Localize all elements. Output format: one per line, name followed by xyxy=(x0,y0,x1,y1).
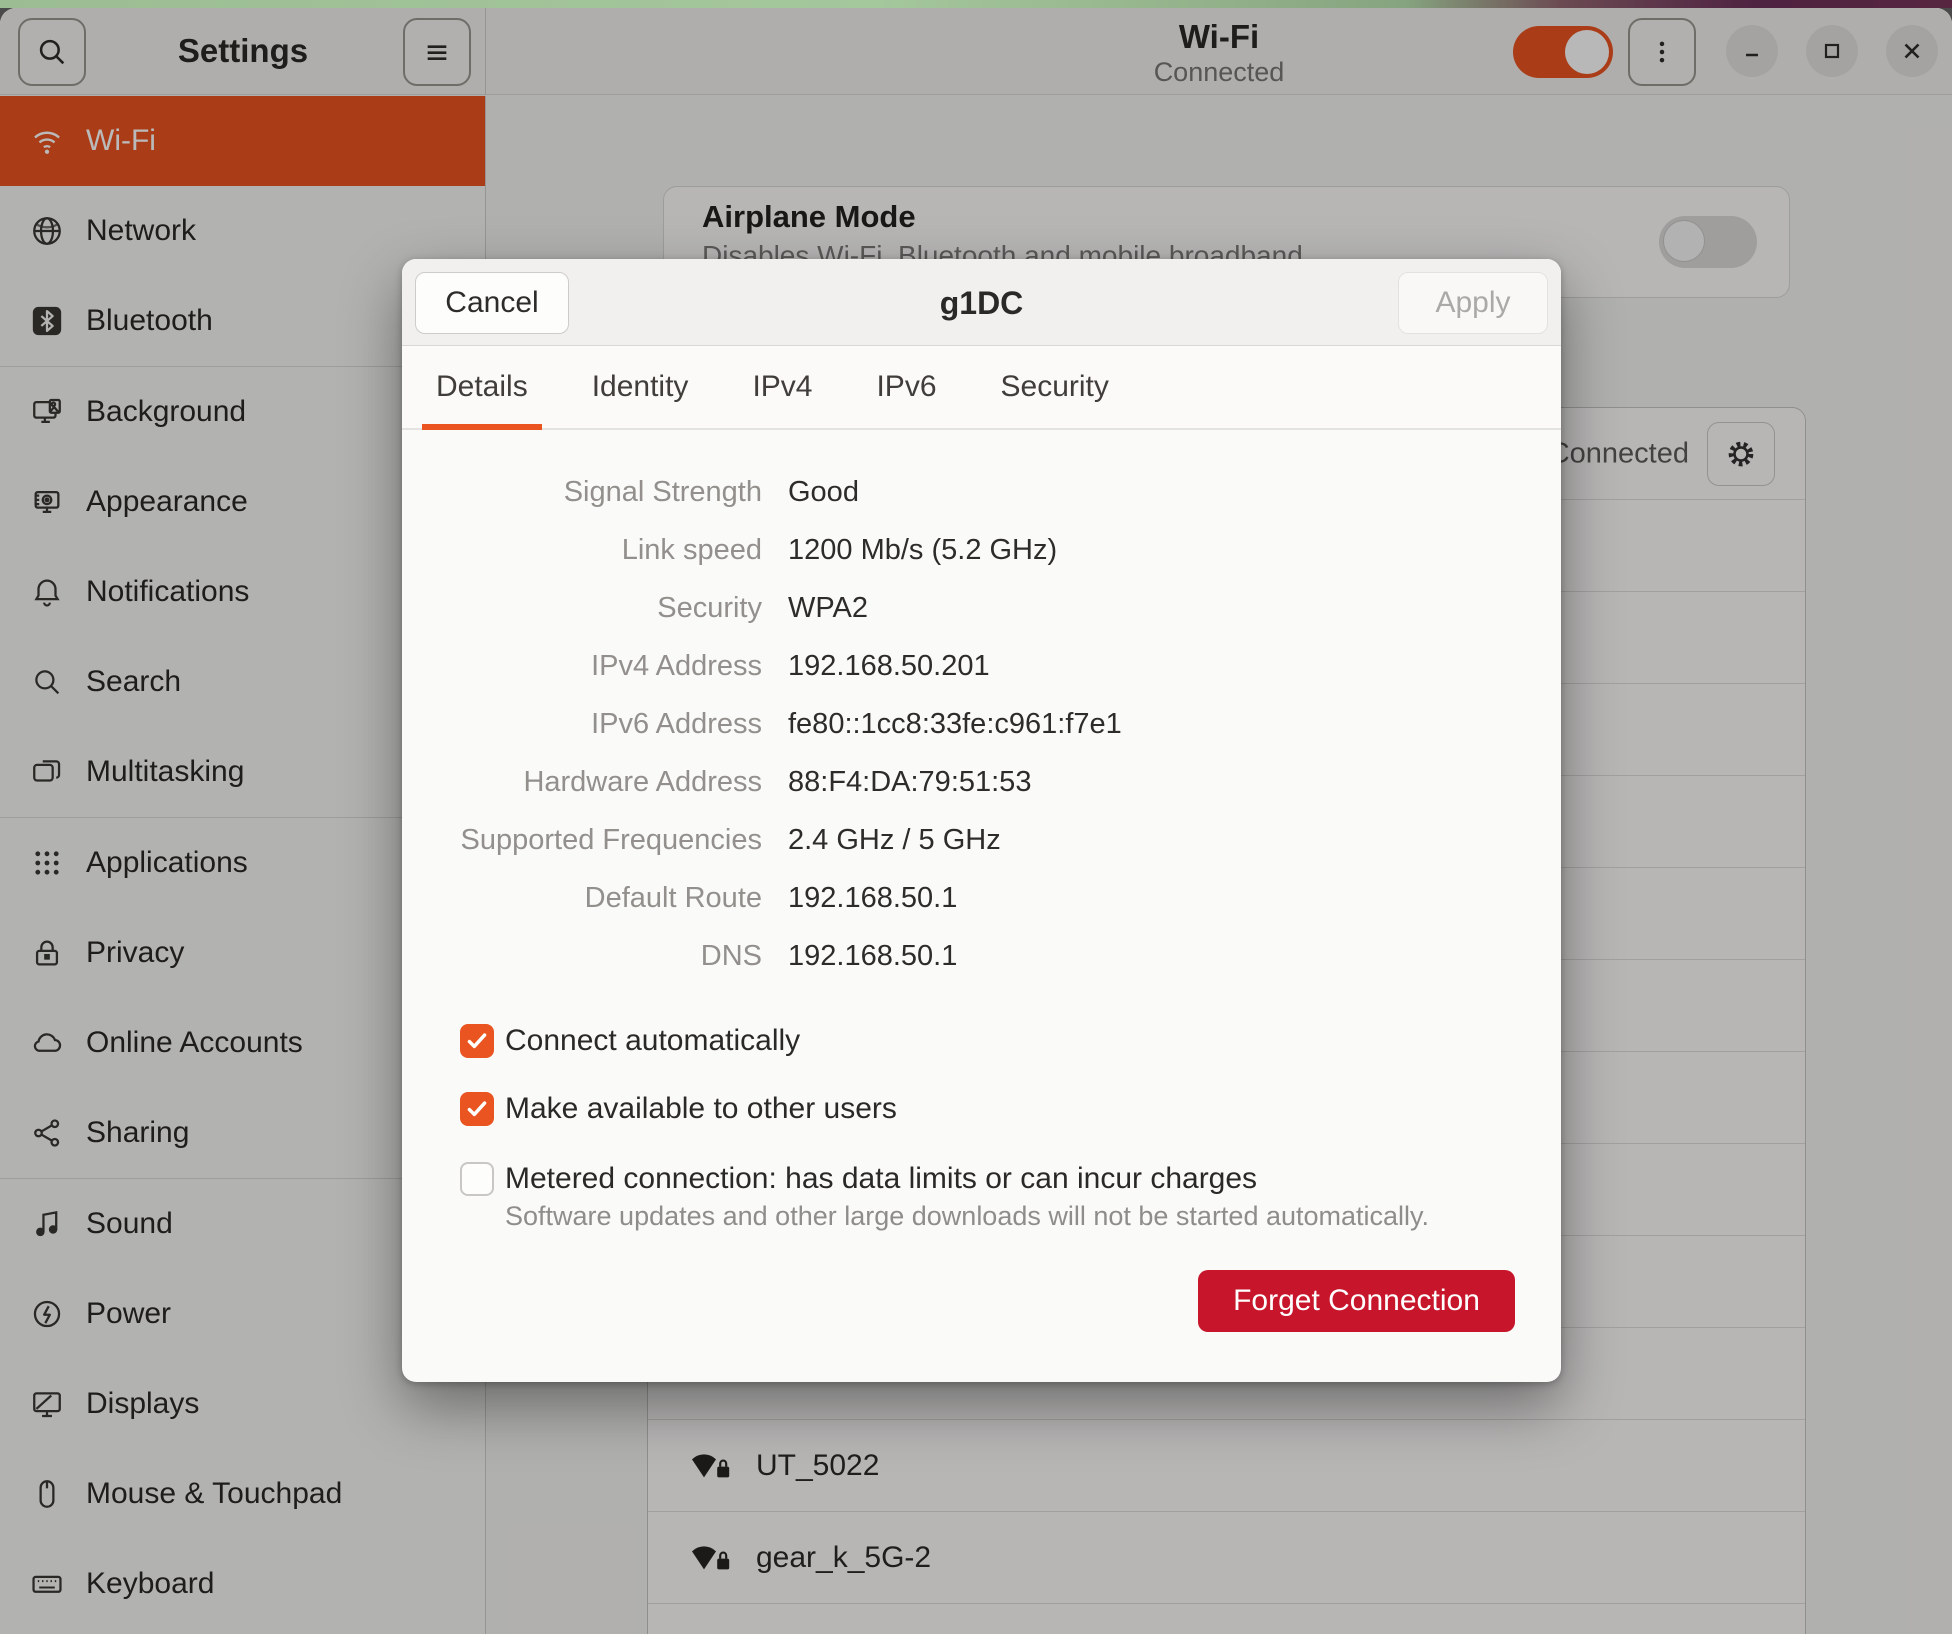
detail-value: 1200 Mb/s (5.2 GHz) xyxy=(788,534,1057,567)
checkbox-subtitle: Software updates and other large downloa… xyxy=(505,1201,1429,1231)
detail-value: 192.168.50.1 xyxy=(788,882,957,915)
detail-label: Security xyxy=(402,592,762,625)
detail-value: 192.168.50.201 xyxy=(788,650,990,683)
detail-label: IPv4 Address xyxy=(402,650,762,683)
checkbox-unchecked[interactable] xyxy=(460,1162,494,1196)
make-available-checkbox-row[interactable]: Make available to other users xyxy=(460,1092,897,1126)
checkbox-label: Make available to other users xyxy=(505,1092,897,1126)
apply-button[interactable]: Apply xyxy=(1398,272,1548,334)
connection-details-dialog: Cancel g1DC Apply Details Identity IPv4 … xyxy=(402,259,1561,1382)
desktop-wallpaper-strip xyxy=(0,0,1952,8)
detail-row: Security WPA2 xyxy=(402,579,1561,637)
detail-label: DNS xyxy=(402,940,762,973)
detail-label: IPv6 Address xyxy=(402,708,762,741)
checkbox-label: Connect automatically xyxy=(505,1024,800,1058)
detail-value: 2.4 GHz / 5 GHz xyxy=(788,824,1001,857)
detail-row: Supported Frequencies 2.4 GHz / 5 GHz xyxy=(402,811,1561,869)
dialog-headerbar: Cancel g1DC Apply xyxy=(402,259,1561,346)
detail-row: Link speed 1200 Mb/s (5.2 GHz) xyxy=(402,521,1561,579)
metered-connection-checkbox-row[interactable]: Metered connection: has data limits or c… xyxy=(460,1162,1429,1231)
screen: Settings Wi-Fi Connected xyxy=(0,0,1952,1634)
detail-label: Link speed xyxy=(402,534,762,567)
detail-value: 88:F4:DA:79:51:53 xyxy=(788,766,1031,799)
detail-row: Hardware Address 88:F4:DA:79:51:53 xyxy=(402,753,1561,811)
detail-value: WPA2 xyxy=(788,592,868,625)
detail-row: Default Route 192.168.50.1 xyxy=(402,869,1561,927)
detail-row: Signal Strength Good xyxy=(402,463,1561,521)
detail-value: Good xyxy=(788,476,859,509)
detail-row: IPv4 Address 192.168.50.201 xyxy=(402,637,1561,695)
detail-value: 192.168.50.1 xyxy=(788,940,957,973)
tab-ipv4[interactable]: IPv4 xyxy=(738,346,826,428)
tab-details[interactable]: Details xyxy=(422,346,542,428)
dialog-tabs: Details Identity IPv4 IPv6 Security xyxy=(402,346,1561,430)
detail-row: DNS 192.168.50.1 xyxy=(402,927,1561,985)
tab-security[interactable]: Security xyxy=(987,346,1123,428)
forget-connection-button[interactable]: Forget Connection xyxy=(1198,1270,1515,1332)
detail-label: Hardware Address xyxy=(402,766,762,799)
detail-label: Supported Frequencies xyxy=(402,824,762,857)
tab-ipv6[interactable]: IPv6 xyxy=(862,346,950,428)
checkbox-label: Metered connection: has data limits or c… xyxy=(505,1162,1429,1196)
detail-row: IPv6 Address fe80::1cc8:33fe:c961:f7e1 xyxy=(402,695,1561,753)
detail-value: fe80::1cc8:33fe:c961:f7e1 xyxy=(788,708,1122,741)
checkbox-checked[interactable] xyxy=(460,1024,494,1058)
dialog-title: g1DC xyxy=(402,285,1561,322)
checkbox-checked[interactable] xyxy=(460,1092,494,1126)
tab-identity[interactable]: Identity xyxy=(578,346,703,428)
details-grid: Signal Strength Good Link speed 1200 Mb/… xyxy=(402,463,1561,985)
connect-automatically-checkbox-row[interactable]: Connect automatically xyxy=(460,1024,800,1058)
detail-label: Default Route xyxy=(402,882,762,915)
detail-label: Signal Strength xyxy=(402,476,762,509)
